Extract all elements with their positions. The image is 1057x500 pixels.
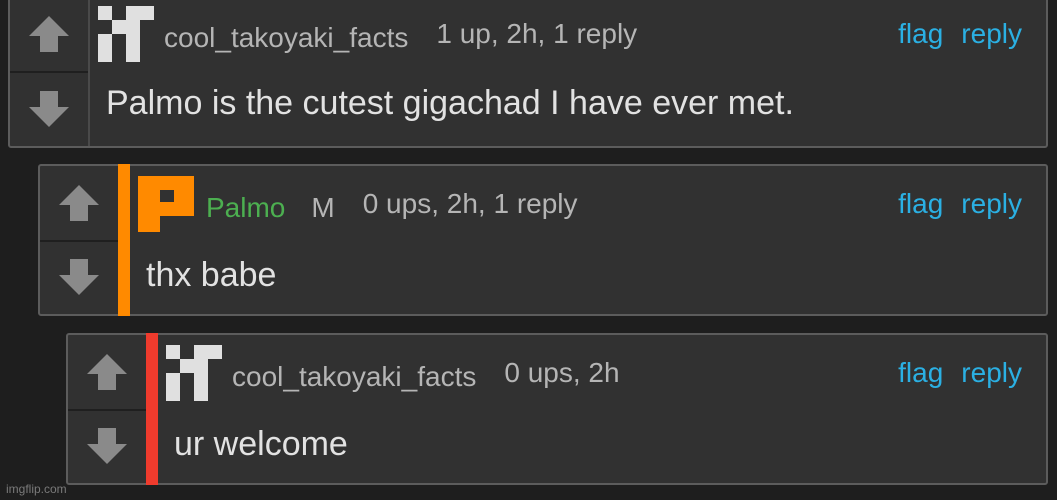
thread-indicator-bar [146, 333, 158, 485]
comment-meta: 0 ups, 2h, 1 reply [362, 188, 578, 219]
comment-actions: flag reply [898, 353, 1022, 393]
comment-text: ur welcome [174, 425, 348, 463]
comment-3: cool_takoyaki_facts 0 ups, 2h flag reply… [66, 333, 1048, 485]
imgflip-watermark: imgflip.com [6, 482, 67, 496]
upvote-button[interactable] [68, 335, 146, 409]
comment-header: Palmo M 0 ups, 2h, 1 reply [138, 176, 578, 232]
comment-meta: 0 ups, 2h [504, 357, 620, 388]
username-link[interactable]: Palmo [206, 192, 285, 224]
down-arrow-icon [87, 428, 127, 464]
username-link[interactable]: cool_takoyaki_facts [232, 361, 476, 393]
mod-badge: M [311, 192, 335, 223]
username-link[interactable]: cool_takoyaki_facts [164, 22, 408, 54]
flag-link[interactable]: flag [898, 188, 943, 220]
comment-2: Palmo M 0 ups, 2h, 1 reply flag reply th… [38, 164, 1048, 316]
up-arrow-icon [29, 15, 69, 52]
comment-text: Palmo is the cutest gigachad I have ever… [106, 84, 794, 122]
orange-p-avatar-icon[interactable] [138, 176, 194, 232]
reply-link[interactable]: reply [961, 357, 1022, 389]
down-arrow-icon [29, 90, 69, 127]
comment-actions: flag reply [898, 184, 1022, 224]
thread-indicator-bar [118, 164, 130, 316]
comment-1: cool_takoyaki_facts 1 up, 2h, 1 reply fl… [8, 0, 1048, 148]
up-arrow-icon [59, 185, 99, 221]
pixel-avatar-icon[interactable] [166, 345, 222, 401]
comment-meta: 1 up, 2h, 1 reply [436, 18, 638, 49]
comment-actions: flag reply [898, 14, 1022, 54]
downvote-button[interactable] [10, 71, 88, 146]
vote-column [10, 0, 90, 146]
comment-text: thx babe [146, 256, 277, 294]
comment-header: cool_takoyaki_facts 0 ups, 2h [166, 345, 620, 401]
flag-link[interactable]: flag [898, 357, 943, 389]
vote-column [68, 335, 148, 483]
comment-header: cool_takoyaki_facts 1 up, 2h, 1 reply [98, 6, 638, 62]
reply-link[interactable]: reply [961, 188, 1022, 220]
upvote-button[interactable] [40, 166, 118, 240]
downvote-button[interactable] [68, 409, 146, 483]
vote-column [40, 166, 120, 314]
reply-link[interactable]: reply [961, 18, 1022, 50]
downvote-button[interactable] [40, 240, 118, 314]
up-arrow-icon [87, 354, 127, 390]
flag-link[interactable]: flag [898, 18, 943, 50]
down-arrow-icon [59, 259, 99, 295]
pixel-avatar-icon[interactable] [98, 6, 154, 62]
upvote-button[interactable] [10, 0, 88, 71]
